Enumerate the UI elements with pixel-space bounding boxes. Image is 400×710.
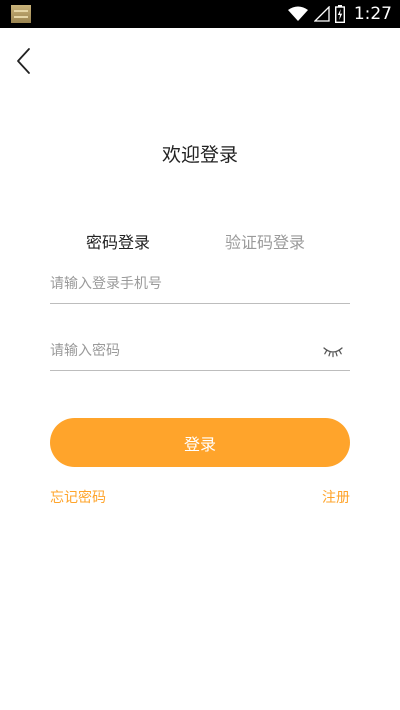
eye-closed-icon[interactable]: [322, 344, 344, 360]
back-button[interactable]: [8, 44, 38, 78]
phone-field: [50, 267, 350, 304]
status-bar: 1:27: [0, 0, 400, 28]
password-field: [50, 334, 350, 371]
password-input[interactable]: [50, 334, 310, 368]
register-link[interactable]: 注册: [322, 487, 350, 507]
signal-icon: [313, 6, 330, 22]
tab-password-login[interactable]: 密码登录: [86, 229, 150, 253]
tab-code-login[interactable]: 验证码登录: [225, 229, 305, 253]
battery-charging-icon: [334, 5, 345, 23]
phone-input[interactable]: [50, 267, 310, 301]
status-time: 1:27: [353, 4, 392, 24]
login-button[interactable]: 登录: [50, 418, 350, 467]
status-icons: 1:27: [287, 0, 392, 28]
wifi-icon: [287, 6, 308, 21]
page-title: 欢迎登录: [161, 144, 238, 166]
app-notification-icon: [11, 5, 31, 23]
forgot-password-link[interactable]: 忘记密码: [50, 487, 106, 507]
chevron-left-icon: [17, 48, 30, 74]
